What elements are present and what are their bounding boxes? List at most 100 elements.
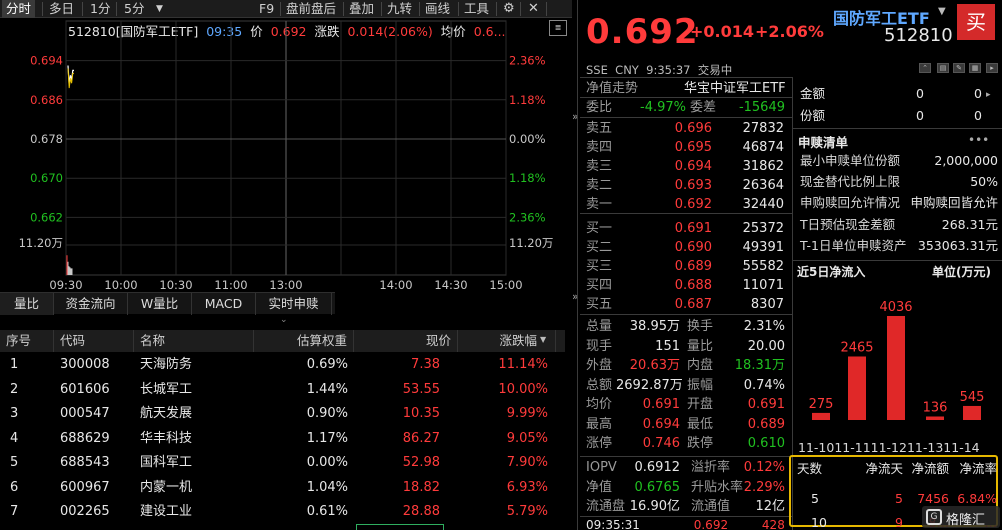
row-no: 6 — [10, 479, 19, 495]
flow-col-header[interactable]: 净流额 — [905, 459, 949, 478]
tab-fenshi[interactable]: 分时 — [2, 0, 36, 18]
stat-label: 跌停 — [687, 436, 714, 451]
stat-label: 均价 — [586, 397, 613, 412]
nav-stat-label: 升贴水率 — [691, 479, 744, 495]
tab-duori[interactable]: 多日 — [45, 0, 78, 18]
bid-price[interactable]: 0.688 — [656, 276, 712, 295]
bid-price[interactable]: 0.689 — [656, 257, 712, 276]
constituents-table-body: 1 300008 天海防务 0.69% 7.38 11.14% 2 601606 长城军工 1.4… — [0, 353, 565, 530]
row-price: 7.38 — [411, 357, 440, 372]
col-weight[interactable]: 估算权重 — [254, 330, 354, 352]
stat-label: 最高 — [586, 416, 613, 432]
flow-col-header[interactable]: 净流率 — [953, 459, 997, 478]
y-tick-left: 0.678 — [30, 132, 63, 146]
sort-desc-icon[interactable]: ▼ — [540, 335, 546, 344]
tab-realtime-creation[interactable]: 实时申赎 — [256, 293, 332, 315]
stat-value: 20.00 — [747, 338, 785, 354]
chevron-down-icon[interactable]: ▼ — [152, 0, 167, 18]
close-icon[interactable]: ✕ — [524, 0, 543, 18]
tab-5min[interactable]: 5分 — [120, 0, 148, 18]
bid-price[interactable]: 0.687 — [656, 295, 712, 314]
ask-price[interactable]: 0.692 — [656, 195, 712, 214]
table-row[interactable]: 7 002265 建设工业 0.61% 28.88 5.79% — [0, 500, 565, 524]
nav-trend-label[interactable]: 净值走势 — [586, 79, 638, 98]
table-row[interactable]: 2 601606 长城军工 1.44% 53.55 10.00% — [0, 378, 565, 402]
jiuzhuan-button[interactable]: 九转 — [383, 0, 416, 18]
watermark-text: 格隆汇 — [946, 513, 986, 528]
stat-label: 总额 — [586, 377, 613, 393]
stat-value: 18.31万 — [734, 358, 785, 373]
table-row[interactable]: 1 300008 天海防务 0.69% 7.38 11.14% — [0, 353, 565, 377]
stat-value: 151 — [655, 338, 680, 354]
row-price: 86.27 — [402, 430, 440, 446]
x-tick: 13:00 — [269, 278, 302, 289]
inflow-bar-label: 136 — [923, 400, 948, 415]
volume-label-right: 11.20万 — [509, 236, 553, 250]
stat-value: 0.689 — [747, 416, 785, 432]
indicator-tabs: 量比 资金流向 W量比 MACD 实时申赎 — [0, 292, 335, 315]
creation-item-label: 现金替代比例上限 — [800, 174, 901, 190]
note-icon[interactable]: ▦ — [969, 63, 981, 73]
chart-icon[interactable]: ▤ — [937, 63, 949, 73]
nav-stat-label: 溢折率 — [691, 460, 731, 475]
nav-stat-value: 0.6912 — [634, 460, 681, 475]
row-no: 5 — [10, 455, 19, 470]
row-weight: 0.61% — [306, 504, 348, 519]
tab-macd[interactable]: MACD — [192, 293, 256, 315]
row-change-pct: 9.05% — [506, 430, 548, 446]
flow-col-header[interactable]: 净流天 — [859, 459, 903, 478]
tab-1min[interactable]: 1分 — [86, 0, 114, 18]
col-code[interactable]: 代码 — [54, 330, 134, 352]
row-name: 航天发展 — [140, 406, 193, 421]
row-change-pct: 9.99% — [506, 406, 548, 421]
table-row[interactable]: 5 688543 国科军工 0.00% 52.98 7.90% — [0, 451, 565, 475]
row-name: 天海防务 — [140, 357, 193, 372]
col-no[interactable]: 序号 — [0, 330, 54, 352]
nav-stat-value: 16.90亿 — [629, 499, 680, 514]
index-name[interactable]: 华宝中证军工ETF — [684, 79, 786, 98]
table-row[interactable]: 6 600967 内蒙一机 1.04% 18.82 6.93% — [0, 476, 565, 500]
more-icon[interactable]: ▸ — [986, 63, 998, 73]
edit-icon[interactable]: ✎ — [953, 63, 965, 73]
inflow-bar — [887, 316, 905, 420]
resize-handle-icon[interactable]: ⌄ — [280, 315, 288, 325]
bid-price[interactable]: 0.690 — [656, 238, 712, 257]
col-name[interactable]: 名称 — [134, 330, 254, 352]
bid-price[interactable]: 0.691 — [656, 219, 712, 238]
bid-label: 买四 — [586, 278, 613, 293]
row-change-pct: 10.00% — [498, 381, 548, 397]
dropdown-icon[interactable]: ▼ — [938, 6, 946, 17]
premarket-button[interactable]: 盘前盘后 — [282, 0, 340, 18]
col-price[interactable]: 现价 — [354, 330, 458, 352]
table-row[interactable]: 4 688629 华丰科技 1.17% 86.27 9.05% — [0, 427, 565, 451]
f9-button[interactable]: F9 — [255, 0, 278, 18]
scroll-up-icon[interactable]: ▸ — [986, 90, 991, 100]
y-tick-right: 2.36% — [509, 210, 546, 224]
ask-price[interactable]: 0.696 — [656, 119, 712, 138]
more-dots-icon[interactable]: ••• — [968, 133, 989, 147]
ask-price[interactable]: 0.693 — [656, 176, 712, 195]
y-tick-right: 0.00% — [509, 132, 546, 146]
row-code: 300008 — [60, 357, 110, 372]
stat-label: 现手 — [586, 338, 613, 354]
nav-stat-value: 0.6765 — [634, 479, 681, 495]
intraday-chart[interactable]: 0.694 2.36% 0.686 1.18% 0.678 0.00% 0.670 1.18%… — [0, 19, 572, 289]
security-code: 512810 — [884, 25, 953, 46]
pin-icon[interactable]: ⌃ — [919, 63, 931, 73]
overlay-button[interactable]: 叠加 — [345, 0, 378, 18]
tools-button[interactable]: 工具 — [460, 0, 493, 18]
table-row[interactable]: 3 000547 航天发展 0.90% 10.35 9.99% — [0, 402, 565, 426]
ask-price[interactable]: 0.694 — [656, 157, 712, 176]
inflow-bar-label: 4036 — [879, 300, 912, 315]
stat-value: 0.746 — [642, 436, 680, 451]
tab-liangbi[interactable]: 量比 — [0, 293, 54, 315]
tab-fund-flow[interactable]: 资金流向 — [54, 293, 128, 315]
flow-col-header[interactable]: 天数 — [797, 459, 822, 478]
volume-label-left: 11.20万 — [19, 236, 63, 250]
draw-line-button[interactable]: 画线 — [421, 0, 454, 18]
nav-stat-value: 12亿 — [755, 499, 785, 514]
ask-price[interactable]: 0.695 — [656, 138, 712, 157]
tab-w-liangbi[interactable]: W量比 — [128, 293, 192, 315]
gear-icon[interactable]: ⚙ — [499, 0, 519, 18]
buy-button[interactable]: 买 — [957, 4, 995, 40]
